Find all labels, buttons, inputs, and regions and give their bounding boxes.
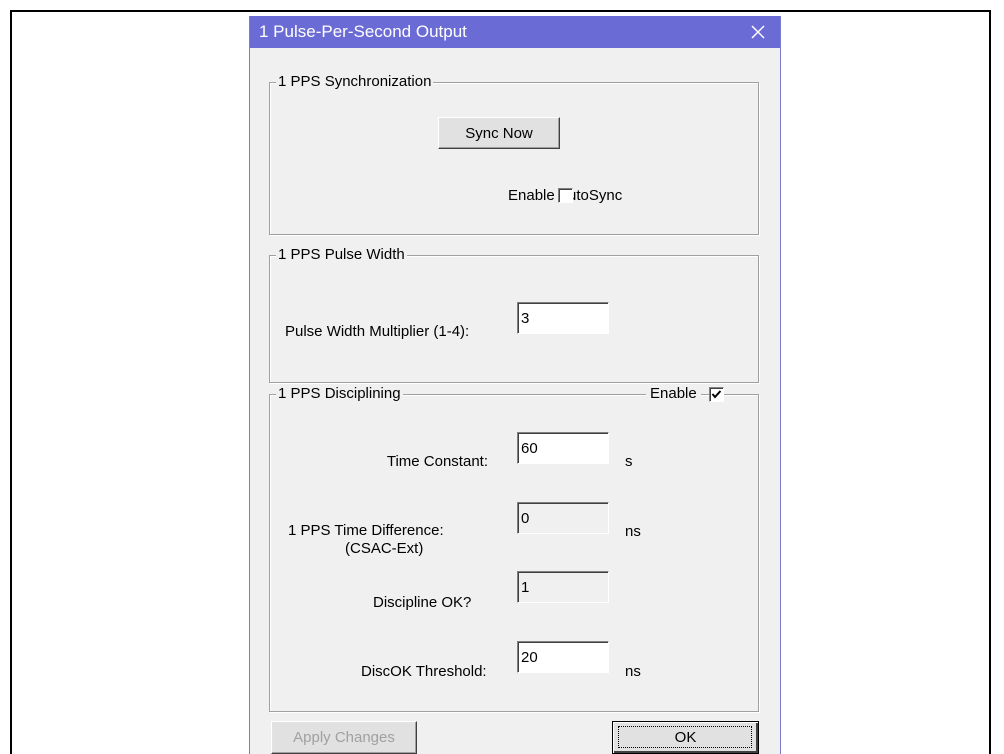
discipline-ok-label: Discipline OK? bbox=[373, 594, 472, 611]
sync-group-label: 1 PPS Synchronization bbox=[276, 73, 434, 91]
threshold-unit: ns bbox=[625, 663, 641, 680]
time-constant-label: Time Constant: bbox=[386, 453, 488, 470]
ok-button-label: OK bbox=[674, 729, 697, 746]
disciplining-group-label: 1 PPS Disciplining bbox=[276, 385, 403, 403]
pulse-width-groupbox: 1 PPS Pulse Width bbox=[269, 246, 759, 383]
window-title: 1 Pulse-Per-Second Output bbox=[259, 22, 467, 41]
ok-button[interactable]: OK bbox=[612, 721, 759, 754]
pps-output-dialog: 1 Pulse-Per-Second Output 1 PPS Synchron… bbox=[249, 16, 781, 754]
time-constant-input[interactable] bbox=[517, 432, 609, 464]
threshold-label: DiscOK Threshold: bbox=[361, 663, 487, 680]
threshold-input[interactable] bbox=[517, 641, 609, 673]
autosync-checkbox[interactable] bbox=[558, 188, 573, 203]
sync-now-button[interactable]: Sync Now bbox=[438, 117, 560, 149]
time-diff-readout bbox=[517, 502, 609, 534]
time-constant-unit: s bbox=[625, 453, 633, 470]
discipline-ok-readout bbox=[517, 571, 609, 603]
disciplining-groupbox: 1 PPS Disciplining bbox=[269, 385, 759, 712]
apply-changes-button[interactable]: Apply Changes bbox=[271, 721, 417, 754]
time-diff-label-line1: 1 PPS Time Difference: bbox=[288, 522, 444, 539]
title-bar[interactable]: 1 Pulse-Per-Second Output bbox=[250, 16, 780, 48]
multiplier-input[interactable] bbox=[517, 302, 609, 334]
time-diff-label-line2: (CSAC-Ext) bbox=[345, 540, 424, 557]
close-icon[interactable] bbox=[744, 18, 772, 46]
sync-groupbox: 1 PPS Synchronization bbox=[269, 73, 759, 235]
multiplier-label: Pulse Width Multiplier (1-4): bbox=[285, 323, 470, 340]
pulse-width-group-label: 1 PPS Pulse Width bbox=[276, 246, 407, 264]
discipline-enable-checkbox[interactable] bbox=[709, 387, 724, 402]
discipline-enable-label: Enable bbox=[646, 385, 701, 403]
time-diff-unit: ns bbox=[625, 523, 641, 540]
